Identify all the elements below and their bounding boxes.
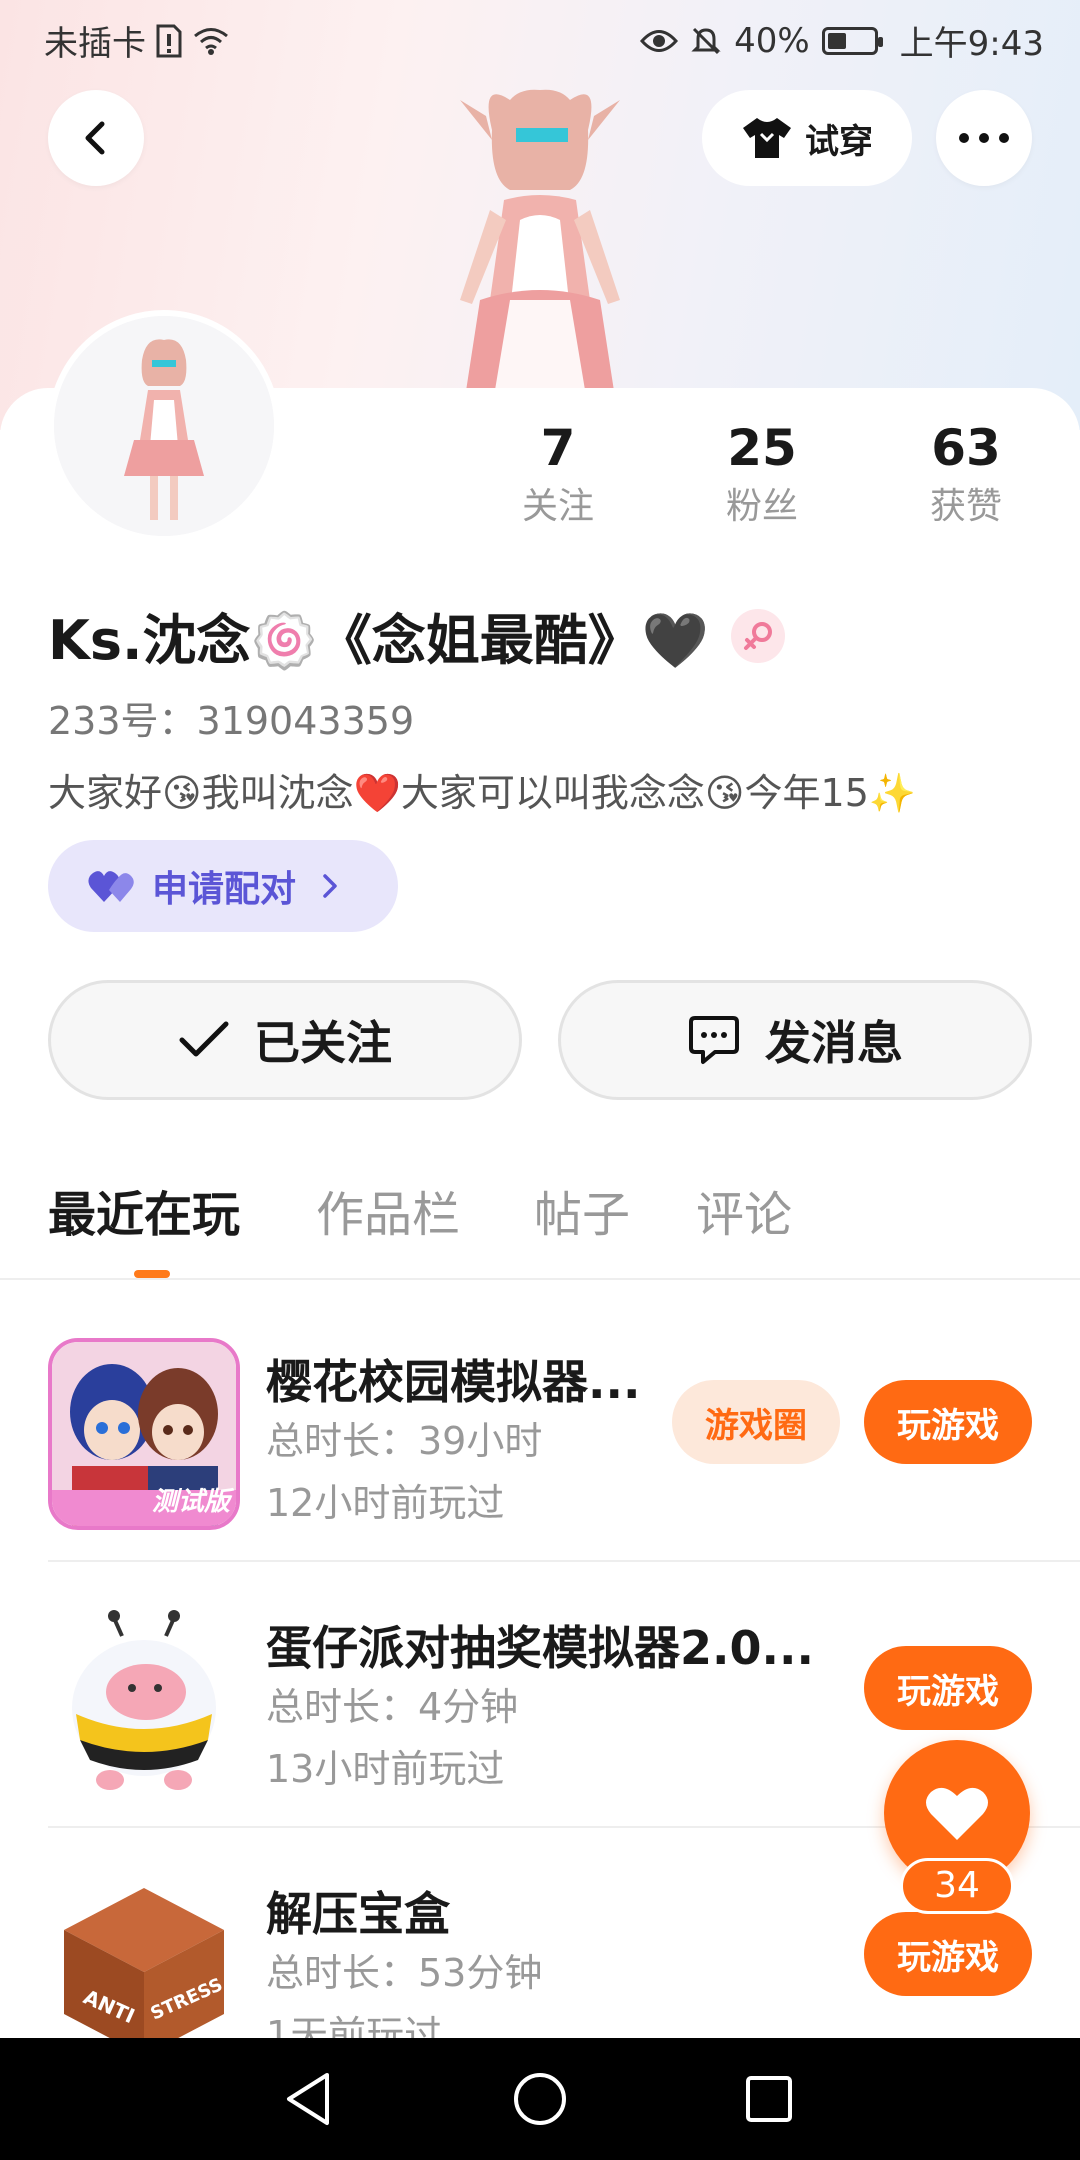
check-icon: [179, 1021, 229, 1057]
game-duration: 总时长：39小时: [266, 1419, 543, 1463]
stat-likes[interactable]: 63 获赞: [886, 418, 1046, 534]
game-title[interactable]: 樱花校园模拟器...: [266, 1346, 640, 1412]
send-message-button[interactable]: 发消息: [558, 980, 1032, 1100]
nav-recents-button[interactable]: [734, 2064, 804, 2134]
nickname-row: Ks.沈念🍥《念姐最酷》🖤: [48, 596, 785, 675]
more-icon: [959, 133, 1009, 143]
game-duration: 总时长：53分钟: [266, 1951, 543, 1995]
banner-character-illustration: [460, 89, 620, 430]
apply-pairing-label: 申请配对: [152, 869, 297, 910]
tab-works[interactable]: 作品栏: [316, 1180, 460, 1250]
stat-fans-label: 粉丝: [725, 486, 798, 527]
heart-icon: [926, 1787, 988, 1840]
apply-pairing-button[interactable]: 申请配对: [48, 840, 398, 932]
followed-label: 已关注: [254, 1016, 392, 1070]
game-row[interactable]: 测试版 樱花校园模拟器... 总时长：39小时 12小时前玩过 游戏圈 玩游戏: [48, 1296, 1080, 1562]
back-icon: [85, 121, 105, 155]
user-id: 233号：319043359: [48, 699, 415, 743]
battery-icon: [821, 26, 883, 55]
female-gender-badge: [730, 608, 785, 663]
game-icon-anti-stress[interactable]: ANTI STRESS: [48, 1870, 240, 2062]
female-icon: [743, 621, 772, 650]
game-icon-eggy-party[interactable]: [48, 1604, 240, 1796]
play-game-button[interactable]: 玩游戏: [864, 1646, 1032, 1730]
status-bar: 未插卡 40% 上午9:43: [0, 0, 1080, 72]
nav-home-button[interactable]: [505, 2064, 575, 2134]
stat-likes-label: 获赞: [929, 486, 1002, 527]
profile-tabs: 最近在玩 作品栏 帖子 评论: [0, 1180, 1080, 1280]
stat-following-label: 关注: [521, 486, 594, 527]
test-version-badge: 测试版: [151, 1487, 230, 1517]
system-navigation-bar: [0, 2038, 1080, 2160]
play-game-button[interactable]: 玩游戏: [864, 1380, 1032, 1464]
play-game-button[interactable]: 玩游戏: [864, 1912, 1032, 1996]
clock: 上午9:43: [899, 24, 1044, 64]
nickname: Ks.沈念🍥《念姐最酷》🖤: [48, 609, 709, 672]
bell-muted-icon: [691, 27, 721, 54]
followed-button[interactable]: 已关注: [48, 980, 522, 1100]
try-on-label: 试穿: [805, 121, 873, 162]
try-on-button[interactable]: 试穿: [702, 90, 912, 186]
circle-home-icon: [514, 2073, 566, 2125]
game-last-played: 12小时前玩过: [266, 1481, 505, 1525]
stat-likes-value: 63: [931, 419, 1001, 477]
stat-fans[interactable]: 25 粉丝: [682, 418, 842, 534]
nav-back-button[interactable]: [274, 2064, 344, 2134]
more-button[interactable]: [936, 90, 1032, 186]
back-button[interactable]: [48, 90, 144, 186]
game-last-played: 13小时前玩过: [266, 1747, 505, 1791]
like-count: 34: [900, 1858, 1014, 1914]
tab-posts[interactable]: 帖子: [534, 1180, 630, 1250]
stat-following-value: 7: [540, 419, 576, 477]
chevron-right-icon: [323, 874, 337, 898]
wifi-icon: [194, 27, 228, 55]
square-recents-icon: [746, 2076, 792, 2122]
game-icon-sakura-school[interactable]: 测试版: [48, 1338, 240, 1530]
carrier-text: 未插卡: [44, 24, 146, 64]
stat-following[interactable]: 7 关注: [478, 418, 638, 534]
tab-recently-played[interactable]: 最近在玩: [48, 1180, 240, 1250]
tab-comments[interactable]: 评论: [696, 1180, 792, 1250]
game-circle-button[interactable]: 游戏圈: [672, 1380, 840, 1464]
avatar[interactable]: [48, 310, 280, 542]
bio: 大家好😘我叫沈念❤️大家可以叫我念念😘今年15✨: [48, 771, 917, 815]
anti-stress-cube-artwork: ANTI STRESS: [48, 1870, 240, 2062]
tshirt-icon: [743, 118, 791, 158]
send-message-label: 发消息: [765, 1016, 903, 1070]
game-duration: 总时长：4分钟: [266, 1685, 519, 1729]
double-heart-icon: [88, 871, 134, 902]
battery-level: [827, 32, 846, 49]
game-title[interactable]: 蛋仔派对抽奖模拟器2.0...: [266, 1612, 814, 1678]
sim-icon: [156, 24, 182, 57]
stat-fans-value: 25: [727, 419, 797, 477]
triangle-back-icon: [287, 2073, 329, 2125]
battery-percent: 40%: [734, 20, 810, 61]
avatar-character-image: [54, 316, 274, 536]
eye-icon: [640, 29, 679, 52]
eggy-bee-artwork: [48, 1604, 240, 1796]
chat-bubble-icon: [689, 1016, 739, 1064]
active-tab-indicator: [134, 1270, 170, 1278]
game-title[interactable]: 解压宝盒: [266, 1878, 450, 1944]
